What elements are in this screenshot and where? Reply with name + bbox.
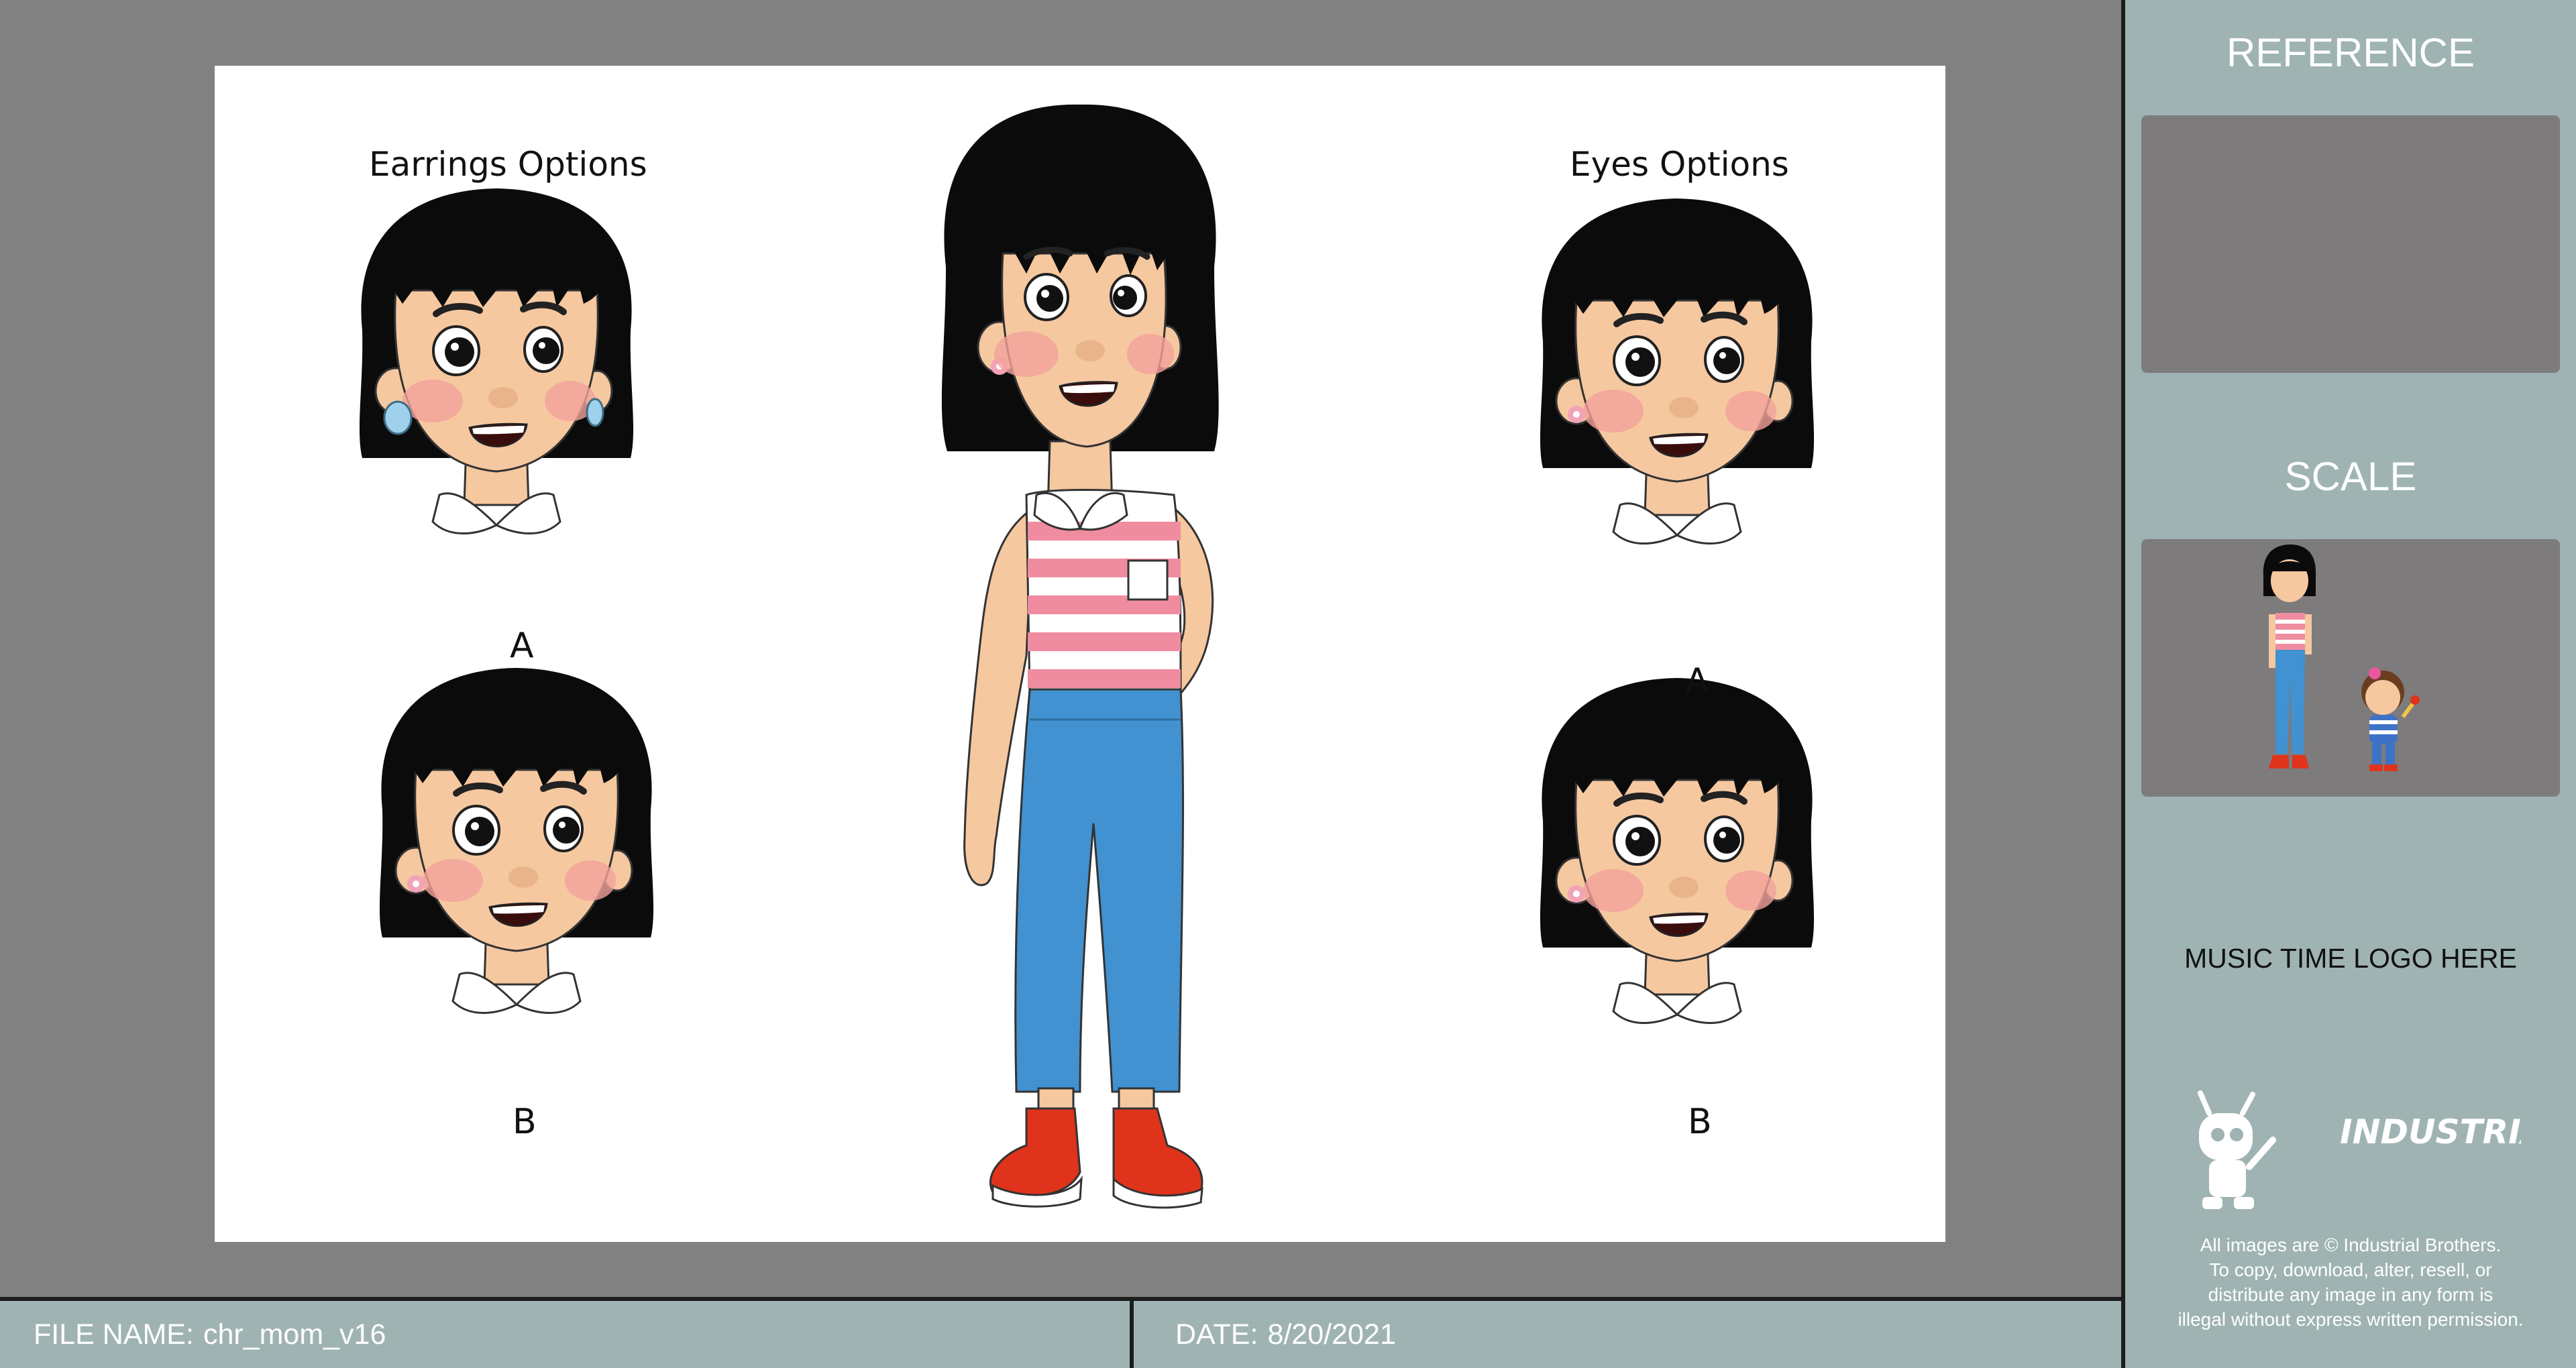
earrings-option-a-label: A bbox=[510, 626, 534, 666]
scale-image bbox=[2141, 539, 2560, 797]
earrings-options-title: Earrings Options bbox=[369, 145, 647, 184]
eyes-option-b-label: B bbox=[1688, 1102, 1712, 1142]
footer-divider bbox=[1130, 1301, 1134, 1368]
earrings-option-b-label: B bbox=[513, 1102, 537, 1142]
canvas-area: Earrings Options Eyes Options A B A B bbox=[0, 0, 2121, 1297]
copyright-notice: All images are © Industrial Brothers. To… bbox=[2139, 1233, 2563, 1332]
model-sheet: Earrings Options Eyes Options A B A B bbox=[215, 66, 1945, 1242]
industrial-brothers-logo: INDUSTRIAL BROTHERS bbox=[2186, 1086, 2576, 1214]
date-field: DATE: 8/20/2021 bbox=[1175, 1301, 1396, 1368]
character-artwork bbox=[215, 104, 1945, 1209]
copyright-line: All images are © Industrial Brothers. bbox=[2200, 1235, 2502, 1255]
file-name-field: FILE NAME: chr_mom_v16 bbox=[34, 1301, 386, 1368]
copyright-line: distribute any image in any form is bbox=[2208, 1284, 2493, 1305]
logo-placeholder-text: MUSIC TIME LOGO HERE bbox=[2184, 943, 2517, 974]
svg-text:INDUSTRIAL BROTHERS: INDUSTRIAL BROTHERS bbox=[2340, 1113, 2521, 1151]
footer-bar: FILE NAME: chr_mom_v16 DATE: 8/20/2021 bbox=[0, 1297, 2121, 1368]
file-name-value: chr_mom_v16 bbox=[203, 1318, 386, 1351]
eyes-option-a-bust bbox=[1540, 198, 1814, 544]
earrings-option-b-bust bbox=[380, 668, 653, 1013]
scale-heading: SCALE bbox=[2284, 454, 2417, 499]
robot-logo-icon: INDUSTRIAL BROTHERS bbox=[2198, 1090, 2576, 1209]
copyright-line: illegal without express written permissi… bbox=[2178, 1309, 2524, 1330]
info-sidebar: REFERENCE SCALE MUSIC TIME LOGO HERE IND… bbox=[2121, 0, 2576, 1368]
reference-image-placeholder bbox=[2141, 115, 2560, 373]
date-value: 8/20/2021 bbox=[1267, 1318, 1396, 1351]
copyright-line: To copy, download, alter, resell, or bbox=[2209, 1259, 2492, 1280]
eyes-option-a-label: A bbox=[1685, 661, 1709, 701]
eyes-option-b-bust bbox=[1540, 678, 1814, 1023]
eyes-options-title: Eyes Options bbox=[1570, 145, 1789, 184]
full-body-figure bbox=[941, 104, 1219, 1209]
earrings-option-a-bust bbox=[360, 188, 633, 534]
date-label: DATE: bbox=[1175, 1318, 1258, 1351]
scale-comparison-figures bbox=[2263, 545, 2420, 771]
reference-heading: REFERENCE bbox=[2226, 30, 2475, 75]
file-name-label: FILE NAME: bbox=[34, 1318, 194, 1351]
